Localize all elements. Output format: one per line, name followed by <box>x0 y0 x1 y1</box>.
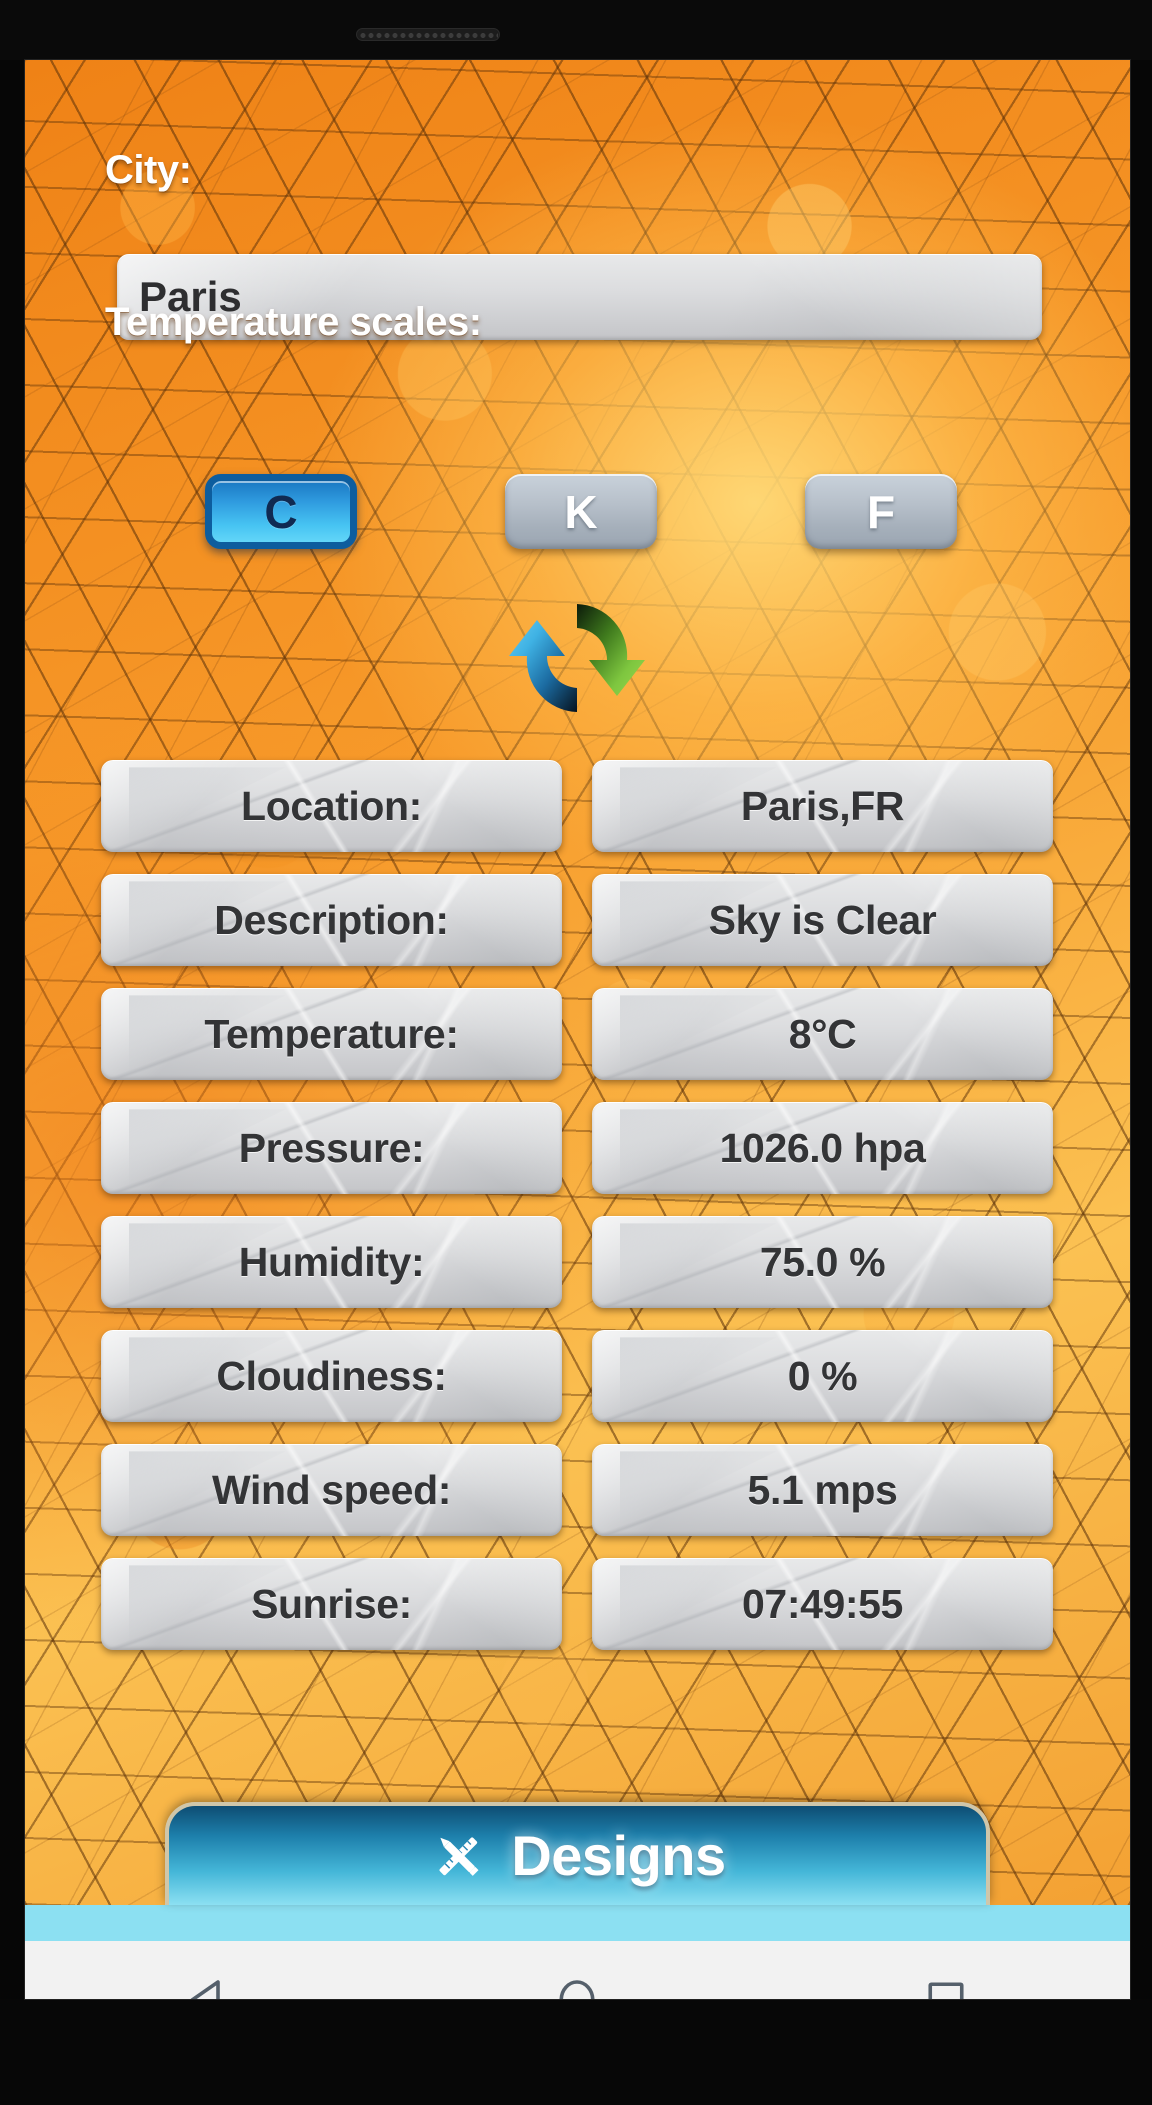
phone-screen: City: Temperature scales: C K F <box>25 60 1130 1999</box>
weather-row: Sunrise: 07:49:55 <box>101 1558 1053 1650</box>
weather-row-value: 07:49:55 <box>592 1558 1053 1650</box>
weather-row: Wind speed: 5.1 mps <box>101 1444 1053 1536</box>
weather-value-label: Sky is Clear <box>708 896 937 943</box>
nav-recents-button[interactable] <box>871 1941 1021 1999</box>
designs-label: Designs <box>511 1824 726 1887</box>
weather-row: Location: Paris,FR <box>101 760 1053 852</box>
weather-row: Description: Sky is Clear <box>101 874 1053 966</box>
weather-row: Cloudiness: 0 % <box>101 1330 1053 1422</box>
city-label: City: <box>105 148 192 192</box>
refresh-button[interactable] <box>477 588 677 728</box>
weather-data-grid: Location: Paris,FR Description: Sky is Clea… <box>101 760 1053 1672</box>
temperature-scales-label: Temperature scales: <box>105 300 482 344</box>
designs-banner[interactable]: Designs <box>165 1802 990 1905</box>
scale-button-kelvin[interactable]: K <box>505 474 657 549</box>
weather-row-key: Pressure: <box>101 1102 562 1194</box>
weather-value-label: 07:49:55 <box>742 1580 903 1627</box>
weather-row-value: 1026.0 hpa <box>592 1102 1053 1194</box>
weather-row-key: Temperature: <box>101 988 562 1080</box>
weather-key-label: Location: <box>241 782 422 829</box>
weather-key-label: Humidity: <box>238 1238 425 1285</box>
device-bottom-bezel <box>0 1999 1152 2105</box>
speaker-holes <box>360 31 498 40</box>
weather-app-surface: City: Temperature scales: C K F <box>25 60 1130 1905</box>
weather-row: Humidity: 75.0 % <box>101 1216 1053 1308</box>
weather-row-key: Description: <box>101 874 562 966</box>
home-circle-icon <box>559 1980 596 1999</box>
weather-row-value: 8°C <box>592 988 1053 1080</box>
weather-row-key: Cloudiness: <box>101 1330 562 1422</box>
ruler-pencil-cross-icon <box>439 1837 479 1876</box>
weather-value-label: 5.1 mps <box>747 1466 898 1513</box>
weather-key-label: Wind speed: <box>212 1466 451 1513</box>
weather-value-label: 1026.0 hpa <box>719 1124 926 1171</box>
weather-row-value: 5.1 mps <box>592 1444 1053 1536</box>
nav-home-button[interactable] <box>502 1941 652 1999</box>
weather-row-key: Wind speed: <box>101 1444 562 1536</box>
earpiece-speaker-grille <box>356 28 500 41</box>
scale-button-celsius[interactable]: C <box>205 474 357 549</box>
weather-value-label: Paris,FR <box>740 782 905 829</box>
weather-row-key: Humidity: <box>101 1216 562 1308</box>
weather-key-label: Pressure: <box>238 1124 425 1171</box>
weather-row-key: Location: <box>101 760 562 852</box>
scale-button-fahrenheit[interactable]: F <box>805 474 957 549</box>
refresh-circular-arrows-icon <box>509 604 645 712</box>
weather-key-label: Cloudiness: <box>216 1352 447 1399</box>
weather-key-label: Temperature: <box>204 1010 459 1057</box>
weather-row: Temperature: 8°C <box>101 988 1053 1080</box>
weather-row-value: Paris,FR <box>592 760 1053 852</box>
recents-square-icon <box>928 1982 964 1999</box>
weather-row-value: 75.0 % <box>592 1216 1053 1308</box>
weather-row: Pressure: 1026.0 hpa <box>101 1102 1053 1194</box>
weather-value-label: 0 % <box>787 1352 858 1399</box>
weather-row-value: 0 % <box>592 1330 1053 1422</box>
weather-key-label: Sunrise: <box>251 1580 412 1627</box>
weather-row-key: Sunrise: <box>101 1558 562 1650</box>
back-triangle-icon <box>190 1980 220 1999</box>
banner-bottom-strip <box>25 1905 1130 1941</box>
phone-device: City: Temperature scales: C K F <box>0 0 1152 2105</box>
weather-value-label: 75.0 % <box>759 1238 886 1285</box>
nav-back-button[interactable] <box>134 1941 284 1999</box>
weather-key-label: Description: <box>214 896 449 943</box>
android-navigation-bar <box>25 1941 1130 1999</box>
weather-value-label: 8°C <box>788 1010 857 1057</box>
weather-row-value: Sky is Clear <box>592 874 1053 966</box>
device-top-bezel <box>0 0 1152 60</box>
